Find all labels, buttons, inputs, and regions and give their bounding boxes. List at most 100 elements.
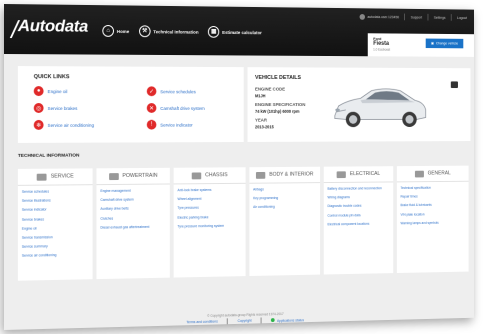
category-title: GENERAL [428,170,451,176]
tech-link[interactable]: Service transmission [22,233,57,243]
tech-link[interactable]: Battery disconnection and reconnection [327,184,381,193]
category-chassis: CHASSIS Anti-lock brake systems Wheel al… [174,167,246,277]
nav-estimate-calculator[interactable]: ▦ Estimate calculator [208,26,262,38]
engine-code-label: ENGINE CODE [255,87,285,92]
tech-link[interactable]: Tyre pressure monitoring system [177,222,224,232]
seat-icon [256,171,265,178]
service-icon [37,173,47,180]
divider [261,317,262,323]
header: Autodata ⌂ Home ⚒ Technical information … [4,4,474,57]
quick-link-service-brakes[interactable]: ◎ Service brakes [34,103,78,113]
logout-link[interactable]: Logout [457,16,467,20]
category-links: Anti-lock brake systems Wheel alignment … [177,186,224,231]
quick-link-service-air-conditioning[interactable]: ❄ Service air conditioning [34,120,94,130]
battery-icon [337,171,346,178]
warning-icon: ! [147,120,157,130]
category-links: Technical specification Repair times Bra… [400,184,438,228]
car-icon: ▣ [431,41,434,45]
nav-home[interactable]: ⌂ Home [102,25,129,37]
category-powertrain: POWERTRAIN Engine management Camshaft dr… [96,168,169,279]
quick-link-camshaft-drive-system[interactable]: ✕ Camshaft drive system [147,103,205,113]
tech-link[interactable]: Electrical component locations [327,220,381,230]
year-label: YEAR [255,118,267,123]
category-header[interactable]: SERVICE [18,168,93,186]
print-icon[interactable] [451,81,458,88]
engine-icon [109,173,119,180]
tech-link[interactable]: Air conditioning [253,203,278,212]
top-utility-bar: autodata.user.123456 Support Settings Lo… [359,13,467,21]
category-general: GENERAL Technical specification Repair t… [397,166,469,273]
quick-link-service-indicator[interactable]: ! Service indicator [147,120,193,130]
snowflake-icon: ❄ [34,120,44,130]
category-title: SERVICE [51,173,74,179]
wrench-icon: ⚒ [139,25,151,37]
vehicle-model: Fiesta [373,41,389,47]
brake-icon: ◎ [34,103,44,113]
user-name: autodata.user.123456 [367,15,399,19]
check-icon: ✓ [147,86,157,96]
copyright-link[interactable]: Copyright [238,319,252,323]
nav-estimate-calculator-label: Estimate calculator [222,30,262,35]
nav-technical-information[interactable]: ⚒ Technical information [139,25,199,37]
engine-spec-value: 74 kW (101hp) 6000 rpm [255,109,299,114]
tech-link[interactable]: Service air conditioning [22,251,57,261]
autodata-logo[interactable]: Autodata [18,16,88,37]
tech-link[interactable]: Service indicator [22,206,57,216]
calculator-icon: ▦ [208,26,219,38]
app-window: Autodata ⌂ Home ⚒ Technical information … [4,4,474,330]
category-header[interactable]: POWERTRAIN [96,168,169,185]
quick-link-label: Camshaft drive system [160,106,205,111]
tech-link[interactable]: Key programming [253,194,278,203]
divider [404,14,405,21]
quick-link-label: Service brakes [48,106,78,111]
category-header[interactable]: BODY & INTERIOR [249,167,320,184]
tech-link[interactable]: Service schedules [22,188,57,197]
tech-link[interactable]: Engine oil [22,224,57,234]
user-account[interactable]: autodata.user.123456 [359,14,399,20]
year-value: 2013-2015 [255,124,274,129]
category-service: SERVICE Service schedules Service illust… [18,168,93,280]
tech-link[interactable]: Service brakes [22,215,57,225]
settings-link[interactable]: Settings [434,15,446,19]
terms-link[interactable]: Terms and conditions [186,320,217,325]
tech-link[interactable]: Technical specification [400,184,438,193]
general-icon [415,170,424,177]
category-electrical: ELECTRICAL Battery disconnection and rec… [324,166,393,274]
vehicle-details-panel: VEHICLE DETAILS ENGINE CODE M1JH ENGINE … [247,67,470,142]
vehicle-image [329,81,429,134]
user-icon [359,14,364,20]
change-vehicle-button[interactable]: ▣ Change vehicle [426,39,464,49]
tech-link[interactable]: Warning lamps and symbols [400,219,438,228]
category-body-interior: BODY & INTERIOR Airbags Key programming … [249,167,320,276]
vehicle-details-title: VEHICLE DETAILS [255,75,301,81]
tech-link[interactable]: Service illustrations [22,197,57,207]
quick-links-title: QUICK LINKS [34,74,70,80]
technical-information-title: TECHNICAL INFORMATION [18,154,79,159]
category-title: ELECTRICAL [350,171,380,177]
support-link[interactable]: Support [411,15,422,19]
applications-status-link[interactable]: Applications status [271,317,304,323]
divider [451,14,452,21]
quick-link-engine-oil[interactable]: ● Engine oil [34,86,68,96]
camshaft-icon: ✕ [147,103,157,113]
category-links: Service schedules Service illustrations … [22,188,57,262]
engine-code-value: M1JH [255,93,265,98]
quick-link-label: Service air conditioning [48,122,95,127]
tech-link[interactable]: Airbags [253,185,278,194]
category-links: Battery disconnection and reconnection W… [327,184,381,229]
quick-links-panel: QUICK LINKS ● Engine oil ✓ Service sched… [18,66,244,143]
nav-home-label: Home [117,29,129,34]
category-header[interactable]: GENERAL [397,166,469,183]
tech-link[interactable]: Diesel exhaust gas aftertreatment [100,223,149,233]
oil-icon: ● [34,86,44,96]
engine-spec-label: ENGINE SPECIFICATION [255,102,305,107]
quick-link-label: Service schedules [160,89,196,94]
category-header[interactable]: CHASSIS [174,167,246,184]
nav-technical-information-label: Technical information [153,29,198,34]
status-ok-icon [271,318,275,322]
quick-link-service-schedules[interactable]: ✓ Service schedules [147,86,196,96]
main-nav: ⌂ Home ⚒ Technical information ▦ Estimat… [102,25,265,38]
home-icon: ⌂ [102,25,114,37]
category-header[interactable]: ELECTRICAL [324,166,393,183]
applications-status-label: Applications status [277,318,304,323]
